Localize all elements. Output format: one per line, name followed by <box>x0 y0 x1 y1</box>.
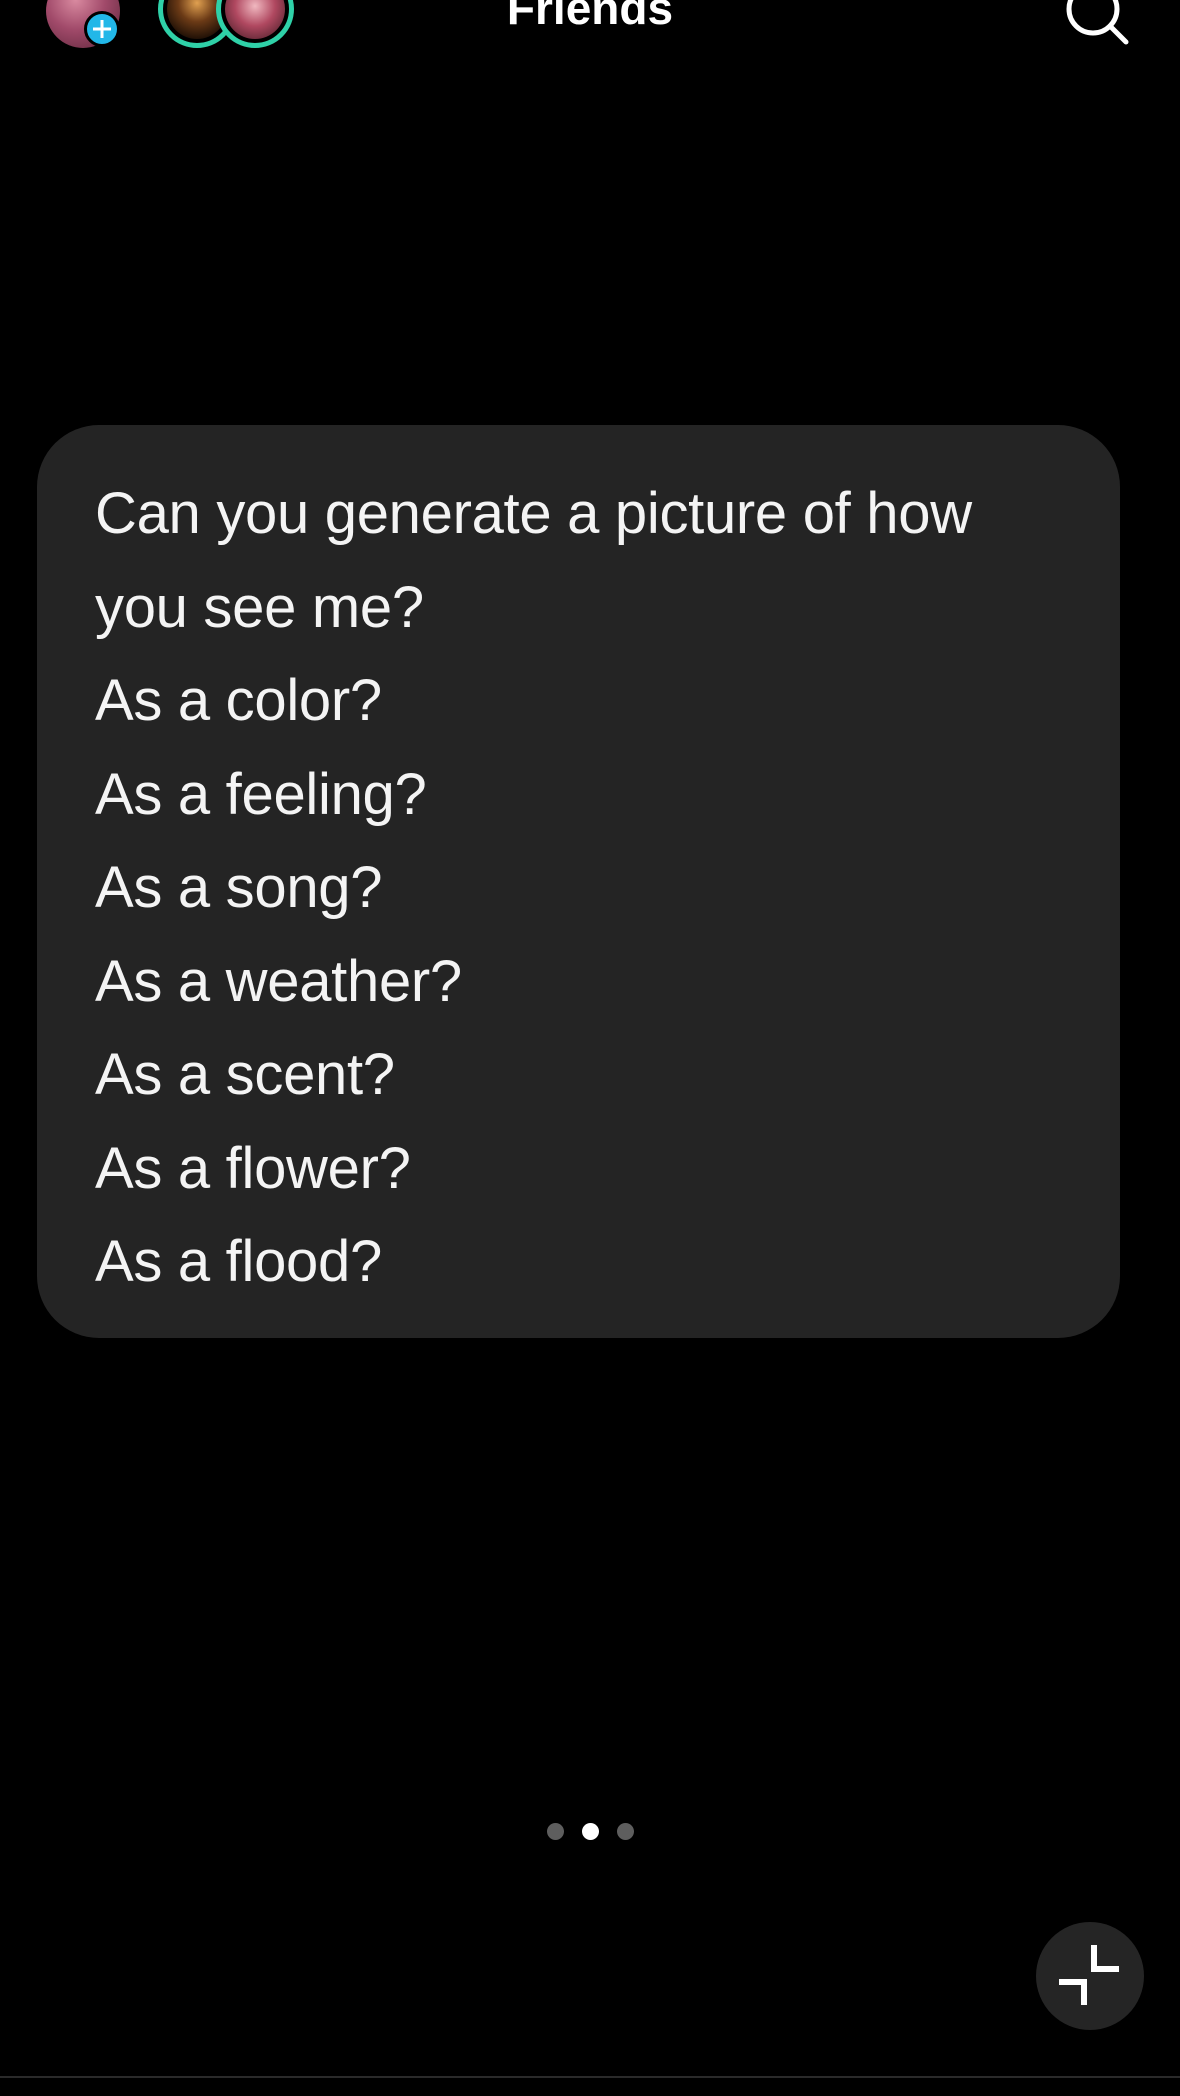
screen: Friends Can you generate a picture of ho… <box>0 0 1180 2096</box>
friend-story-avatar[interactable] <box>216 0 294 48</box>
message-line: As a flower? <box>95 1135 411 1201</box>
message-line: As a song? <box>95 855 383 920</box>
minimize-icon <box>1059 1945 1119 2005</box>
message-line: As a scent? <box>95 1042 395 1107</box>
message-line: you see me? <box>95 574 424 640</box>
page-dot-active[interactable] <box>581 1822 599 1840</box>
search-icon[interactable] <box>1062 0 1132 50</box>
page-indicator <box>0 1820 1180 1842</box>
page-dot[interactable] <box>546 1822 564 1840</box>
avatar <box>225 0 285 39</box>
minimize-button[interactable] <box>1036 1922 1144 2030</box>
message-line: As a color? <box>95 668 382 733</box>
message-line: As a weather? <box>95 948 462 1014</box>
message-bubble: Can you generate a picture of how you se… <box>37 425 1120 1338</box>
message-line: Can you generate a picture of how <box>95 481 972 546</box>
top-bar: Friends <box>0 0 1180 70</box>
divider <box>0 2076 1180 2078</box>
message-line: As a flood? <box>95 1229 382 1294</box>
message-line: As a feeling? <box>95 761 427 827</box>
page-dot[interactable] <box>616 1822 634 1840</box>
